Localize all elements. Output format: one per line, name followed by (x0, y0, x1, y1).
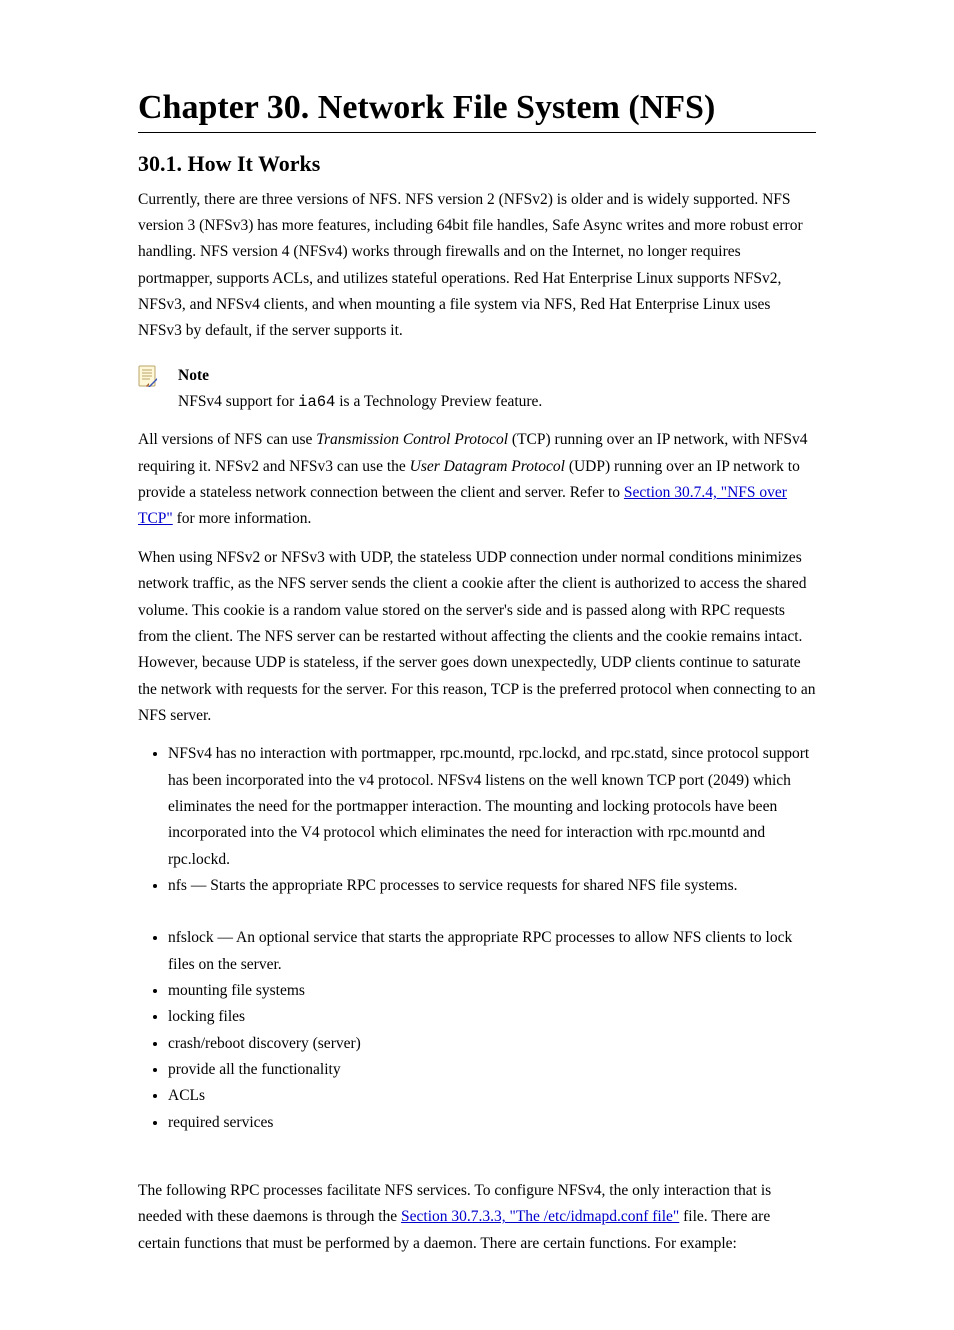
list-item: nfs — Starts the appropriate RPC process… (168, 873, 816, 899)
list-item: NFSv4 has no interaction with portmapper… (168, 741, 816, 873)
note-block: Note NFSv4 support for ia64 is a Technol… (138, 363, 816, 416)
chapter-number: Chapter 30. Network File System (NFS) (138, 90, 816, 126)
note-code: ia64 (298, 393, 335, 411)
bullet-list: NFSv4 has no interaction with portmapper… (138, 741, 816, 1136)
section-heading: 30.1. How It Works (138, 151, 816, 177)
list-item: ACLs (168, 1083, 816, 1109)
udp-paragraph: When using NFSv2 or NFSv3 with UDP, the … (138, 545, 816, 729)
note-body: Note NFSv4 support for ia64 is a Technol… (178, 363, 542, 416)
list-item: mounting file systems (168, 978, 816, 1004)
idmapd-conf-link[interactable]: Section 30.7.3.3, "The /etc/idmapd.conf … (401, 1208, 679, 1225)
list-item: nfslock — An optional service that start… (168, 925, 816, 978)
note-label: Note (178, 367, 209, 384)
protocol-paragraph: All versions of NFS can use Transmission… (138, 427, 816, 532)
note-text: NFSv4 support for ia64 is a Technology P… (178, 389, 542, 415)
list-item: required services (168, 1110, 816, 1136)
note-icon (138, 365, 160, 387)
followup-paragraph: The following RPC processes facilitate N… (138, 1178, 816, 1257)
document-page: Chapter 30. Network File System (NFS) 30… (0, 0, 954, 1329)
list-item: locking files (168, 1004, 816, 1030)
list-item: provide all the functionality (168, 1057, 816, 1083)
list-item: crash/reboot discovery (server) (168, 1031, 816, 1057)
overview-paragraph: Currently, there are three versions of N… (138, 187, 816, 345)
heading-rule (138, 132, 816, 133)
